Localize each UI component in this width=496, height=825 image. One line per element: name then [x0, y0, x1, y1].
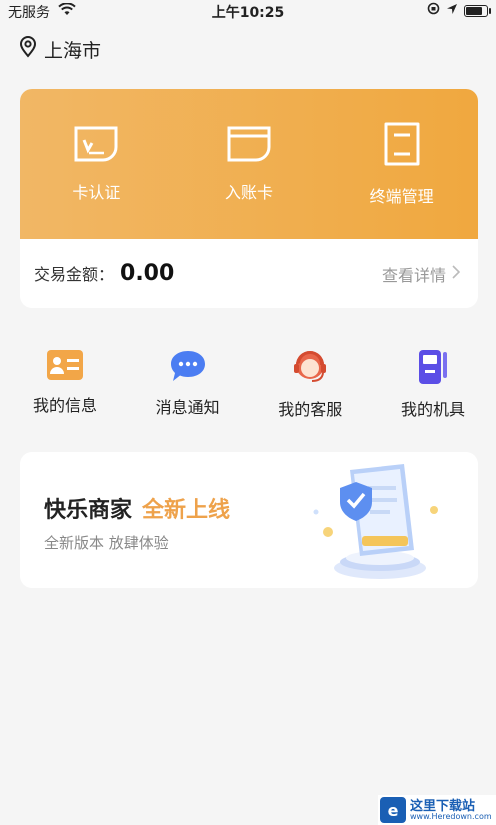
my-info-label: 我的信息: [32, 396, 97, 415]
terminal-management-button[interactable]: 终端管理: [337, 121, 467, 207]
message-notification-label: 消息通知: [155, 398, 220, 417]
customer-service-button[interactable]: 我的客服: [265, 350, 355, 420]
id-card-icon: [47, 350, 83, 384]
status-bar: 无服务 上午10:25: [0, 0, 496, 22]
deposit-card-button[interactable]: 入账卡: [184, 125, 314, 203]
trade-amount-value: 0.00: [120, 261, 175, 286]
location-selector[interactable]: 上海市: [18, 36, 101, 63]
deposit-card-icon: [226, 125, 272, 167]
chevron-right-icon: [452, 264, 461, 283]
phone-shield-illustration: [292, 458, 452, 586]
card-verify-button[interactable]: 卡认证: [31, 125, 161, 203]
customer-service-icon: [292, 350, 328, 388]
my-devices-button[interactable]: 我的机具: [388, 350, 478, 420]
my-devices-label: 我的机具: [400, 400, 465, 419]
promo-banner[interactable]: 快乐商家 全新上线 全新版本 放肆体验: [20, 452, 478, 588]
message-bubble-icon: [170, 350, 206, 386]
banner-title-main: 快乐商家: [44, 498, 133, 523]
watermark-line2: www.Heredown.com: [410, 811, 492, 821]
my-info-button[interactable]: 我的信息: [20, 350, 110, 420]
banner-subtitle: 全新版本 放肆体验: [44, 534, 169, 552]
pos-device-icon: [417, 350, 449, 388]
battery-icon: [464, 4, 491, 17]
watermark-line1: 这里下载站: [410, 798, 476, 814]
message-notification-button[interactable]: 消息通知: [143, 350, 233, 420]
customer-service-label: 我的客服: [278, 400, 343, 419]
card-actions: 卡认证 入账卡 终端管理: [20, 89, 478, 239]
location-arrow-icon: [446, 3, 458, 19]
site-watermark: e 这里下载站 www.Heredown.com: [378, 795, 496, 825]
view-details-label: 查看详情: [381, 265, 446, 285]
clock: 上午10:25: [211, 5, 285, 21]
banner-title-accent: 全新上线: [142, 498, 231, 523]
city-label: 上海市: [44, 40, 102, 62]
deposit-card-label: 入账卡: [224, 183, 273, 202]
view-details-link[interactable]: 查看详情: [381, 262, 461, 286]
card-verify-icon: [73, 125, 119, 167]
trade-amount-label: 交易金额：: [34, 265, 115, 284]
location-pin-icon: [18, 36, 38, 63]
orientation-lock-icon: [427, 2, 440, 19]
quick-menu: 我的信息 消息通知 我的客服 我的机具: [20, 350, 478, 420]
banner-title: 快乐商家 全新上线: [44, 492, 230, 524]
trade-summary: 交易金额： 0.00 查看详情: [20, 239, 478, 308]
terminal-management-label: 终端管理: [369, 187, 434, 206]
terminal-icon: [383, 121, 421, 171]
card-verify-label: 卡认证: [72, 183, 121, 202]
merchant-card: 卡认证 入账卡 终端管理 交易金额： 0.00 查看详情: [20, 89, 478, 308]
site-logo-icon: e: [380, 797, 406, 823]
